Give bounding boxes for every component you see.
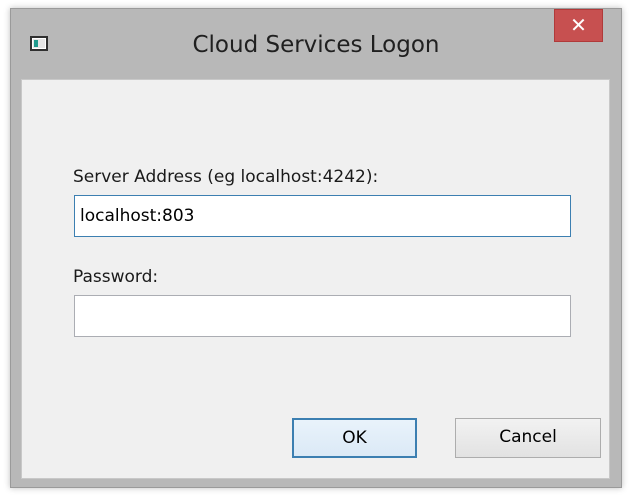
- dialog-client-area: Server Address (eg localhost:4242): Pass…: [21, 79, 610, 479]
- ok-button[interactable]: OK: [292, 418, 417, 458]
- close-icon: ✕: [570, 13, 587, 37]
- logon-dialog: Cloud Services Logon ✕ Server Address (e…: [10, 8, 622, 488]
- dialog-title: Cloud Services Logon: [192, 32, 440, 58]
- password-input[interactable]: [74, 295, 571, 337]
- title-bar[interactable]: Cloud Services Logon ✕: [11, 9, 621, 79]
- close-button[interactable]: ✕: [554, 9, 603, 42]
- server-address-label: Server Address (eg localhost:4242):: [73, 167, 379, 187]
- cancel-button[interactable]: Cancel: [455, 418, 601, 458]
- password-label: Password:: [73, 267, 159, 287]
- server-address-input[interactable]: [74, 195, 571, 237]
